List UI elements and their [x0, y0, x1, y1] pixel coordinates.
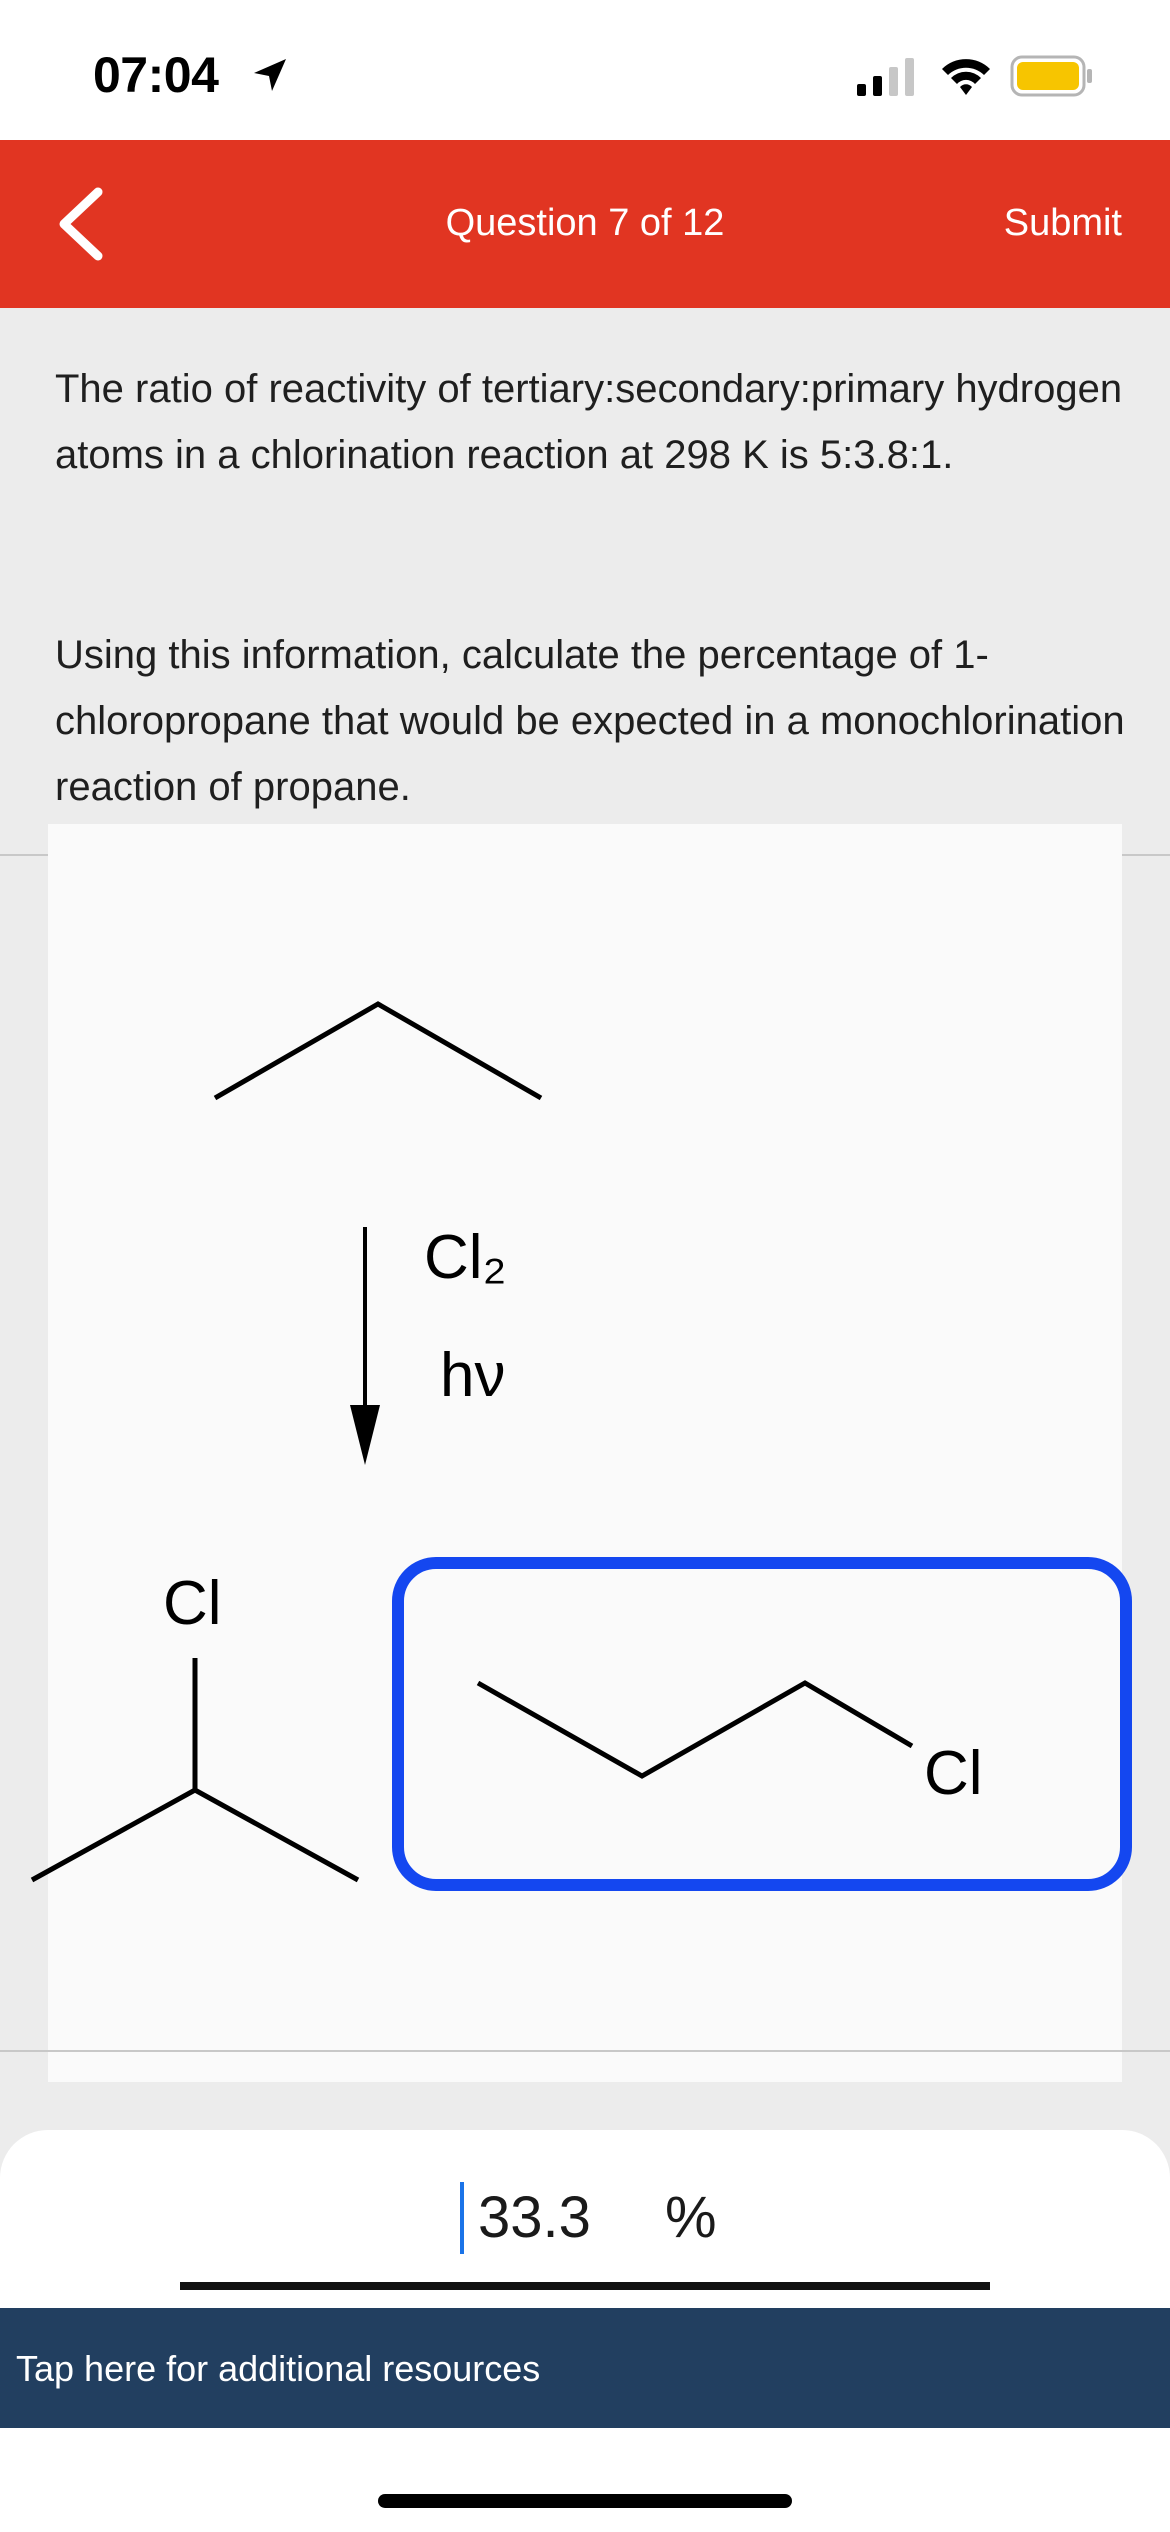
location-arrow-icon	[254, 59, 286, 91]
reaction-figure	[48, 824, 1122, 2082]
wifi-icon	[942, 59, 990, 95]
1-chloropropane-cl-label: Cl	[924, 1739, 983, 1808]
answer-input[interactable]: 33.3	[478, 2184, 591, 2251]
submit-button[interactable]: Submit	[1004, 202, 1122, 245]
question-nav-bar: Question 7 of 12 Submit	[0, 140, 1170, 308]
battery-icon	[1010, 55, 1092, 97]
status-bar: 07:04	[0, 0, 1170, 140]
figure-bottom-divider	[0, 2050, 1170, 2052]
text-cursor	[460, 2182, 464, 2254]
answer-underline	[180, 2282, 990, 2290]
question-paragraph-2: Using this information, calculate the pe…	[55, 633, 1125, 809]
question-counter: Question 7 of 12	[445, 202, 725, 244]
condition-label: hν	[440, 1341, 506, 1410]
reagent-label: Cl₂	[424, 1223, 507, 1292]
bottom-safe-area	[0, 2428, 1170, 2532]
resources-bar[interactable]: Tap here for additional resources	[0, 2308, 1170, 2428]
status-time: 07:04	[93, 47, 219, 103]
cellular-signal-icon	[857, 58, 914, 96]
additional-resources-link[interactable]: Tap here for additional resources	[16, 2348, 540, 2390]
question-paragraph-1: The ratio of reactivity of tertiary:seco…	[55, 367, 1123, 477]
answer-unit-label: %	[665, 2185, 717, 2250]
2-chloropropane-cl-label: Cl	[163, 1569, 222, 1638]
home-indicator[interactable]	[378, 2494, 792, 2508]
